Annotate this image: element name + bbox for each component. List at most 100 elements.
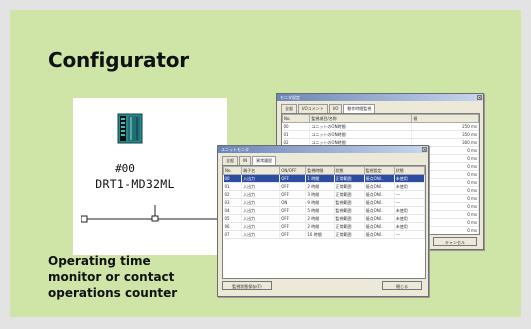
row-time: 1 時間 bbox=[305, 174, 335, 183]
device-panel: #00 DRT1-MD32ML bbox=[73, 98, 227, 255]
close-icon[interactable]: × bbox=[422, 147, 427, 152]
row-state: OFF bbox=[279, 222, 307, 231]
row-no: 00 bbox=[223, 174, 243, 183]
row-status: 監視範囲 bbox=[334, 198, 365, 207]
row-name: 入出力 bbox=[241, 206, 281, 215]
device-address: #00 bbox=[115, 162, 135, 175]
row-no: 01 bbox=[223, 182, 243, 191]
io-module-icon bbox=[117, 113, 143, 144]
window-titlebar: モニタ設定 × bbox=[277, 94, 483, 101]
tab-in[interactable]: IN bbox=[239, 156, 252, 165]
table-row[interactable]: 00 入出力 OFF 1 時間 正常範囲 接点ON/.. 未使用 bbox=[223, 174, 425, 183]
tab-bar: 全般 I/Oコメント I/O 動作時間監視 bbox=[281, 104, 376, 113]
table-row[interactable]: 02 入出力 OFF 3 時間 正常範囲 接点ON/.. --- bbox=[223, 190, 425, 199]
cancel-button[interactable]: キャンセル bbox=[433, 237, 477, 246]
row-state: OFF bbox=[279, 214, 307, 223]
col-header[interactable]: 監視時間 bbox=[305, 166, 335, 175]
row-name: ユニットのON時間 bbox=[309, 130, 413, 139]
row-extra: 未使用 bbox=[394, 182, 425, 191]
row-value: 350 ms bbox=[411, 130, 479, 139]
window-title: ユニットモニタ bbox=[221, 147, 249, 152]
close-button[interactable]: 閉じる bbox=[382, 281, 422, 290]
row-extra: 未使用 bbox=[394, 206, 425, 215]
tab-io[interactable]: I/O bbox=[328, 104, 343, 113]
col-header[interactable]: 状態 bbox=[333, 166, 365, 175]
device-model: DRT1-MD32ML bbox=[95, 177, 175, 191]
col-header[interactable]: ON/OFF bbox=[279, 166, 307, 175]
row-time: 5 時間 bbox=[305, 206, 335, 215]
close-icon[interactable]: × bbox=[477, 95, 482, 100]
row-no: 07 bbox=[223, 230, 243, 239]
table-row[interactable]: 04 入出力 OFF 5 時間 監視範囲 接点ON/.. 未使用 bbox=[223, 206, 425, 215]
table-row[interactable]: 01 ユニットのON時間 350 ms bbox=[282, 130, 479, 139]
row-set: 接点ON/.. bbox=[364, 174, 395, 183]
row-time: 2 時間 bbox=[305, 182, 335, 191]
table-row[interactable]: 05 入出力 OFF 2 時間 監視範囲 接点ON/.. 未使用 bbox=[223, 214, 425, 223]
table-row[interactable]: 07 入出力 OFF 16 時間 正常範囲 接点ON/.. --- bbox=[223, 230, 425, 239]
row-no: 02 bbox=[223, 190, 243, 199]
row-name: ユニットのON時間 bbox=[309, 122, 413, 131]
tab-io-comment[interactable]: I/Oコメント bbox=[298, 104, 328, 113]
row-status: 監視範囲 bbox=[334, 206, 365, 215]
row-set: 接点ON/.. bbox=[364, 214, 395, 223]
row-name: 入出力 bbox=[241, 230, 281, 239]
row-extra: 未使用 bbox=[394, 222, 425, 231]
row-time: 2 時間 bbox=[305, 222, 335, 231]
col-header[interactable]: 状態 bbox=[393, 166, 425, 175]
col-header[interactable]: 監視項目/名称 bbox=[309, 114, 413, 123]
row-status: 正常範囲 bbox=[334, 230, 365, 239]
row-status: 正常範囲 bbox=[334, 182, 365, 191]
table-row[interactable]: 03 入出力 ON 9 時間 監視範囲 接点ON/.. --- bbox=[223, 198, 425, 207]
row-state: ON bbox=[279, 198, 307, 207]
caption-line: operations counter bbox=[48, 286, 178, 300]
row-name: 入出力 bbox=[241, 222, 281, 231]
col-header[interactable]: 端子名 bbox=[241, 166, 281, 175]
tab-error-history[interactable]: 異常履歴 bbox=[252, 156, 277, 165]
table-row[interactable]: 01 入出力 OFF 2 時間 正常範囲 接点ON/.. 未使用 bbox=[223, 182, 425, 191]
row-name: 入出力 bbox=[241, 214, 281, 223]
row-set: 接点ON/.. bbox=[364, 198, 395, 207]
row-no: 05 bbox=[223, 214, 243, 223]
row-no: 01 bbox=[282, 130, 311, 139]
row-name: 入出力 bbox=[241, 198, 281, 207]
row-status: 監視範囲 bbox=[334, 214, 365, 223]
tab-general[interactable]: 全般 bbox=[281, 104, 297, 113]
row-value: 250 ms bbox=[411, 122, 479, 131]
row-time: 9 時間 bbox=[305, 198, 335, 207]
col-header[interactable]: No. bbox=[282, 114, 311, 123]
row-extra: 未使用 bbox=[394, 174, 425, 183]
row-state: OFF bbox=[279, 182, 307, 191]
row-state: OFF bbox=[279, 190, 307, 199]
tab-operating-time[interactable]: 動作時間監視 bbox=[343, 104, 376, 113]
row-extra: --- bbox=[394, 230, 425, 239]
row-no: 06 bbox=[223, 222, 243, 231]
table-row[interactable]: 06 入出力 OFF 2 時間 正常範囲 接点ON/.. 未使用 bbox=[223, 222, 425, 231]
unit-table: No. 端子名 ON/OFF 監視時間 状態 監視設定 状態 00 入出力 OFF 1… bbox=[222, 165, 426, 279]
row-status: 正常範囲 bbox=[334, 190, 365, 199]
caption-line: monitor or contact bbox=[48, 270, 175, 284]
row-no: 00 bbox=[282, 122, 311, 131]
tab-bar: 全般 IN 異常履歴 bbox=[222, 156, 277, 165]
col-header[interactable]: No. bbox=[223, 166, 243, 175]
row-set: 接点ON/.. bbox=[364, 222, 395, 231]
row-name: 入出力 bbox=[241, 174, 281, 183]
row-name: 入出力 bbox=[241, 190, 281, 199]
row-extra: --- bbox=[394, 198, 425, 207]
window-title: モニタ設定 bbox=[280, 95, 300, 100]
row-no: 04 bbox=[223, 206, 243, 215]
row-extra: 未使用 bbox=[394, 214, 425, 223]
tab-general[interactable]: 全般 bbox=[222, 156, 238, 165]
row-state: OFF bbox=[279, 174, 307, 183]
col-header[interactable]: 監視設定 bbox=[363, 166, 395, 175]
save-monitor-state-button[interactable]: 監視状態保存(F) bbox=[222, 281, 272, 290]
row-set: 接点ON/.. bbox=[364, 182, 395, 191]
window-titlebar: ユニットモニタ × bbox=[218, 146, 428, 153]
col-header[interactable]: 値 bbox=[411, 114, 479, 123]
row-state: OFF bbox=[279, 230, 307, 239]
table-row[interactable]: 00 ユニットのON時間 250 ms bbox=[282, 122, 479, 131]
row-status: 正常範囲 bbox=[334, 222, 365, 231]
caption-line: Operating time bbox=[48, 254, 151, 268]
row-set: 接点ON/.. bbox=[364, 190, 395, 199]
row-extra: --- bbox=[394, 190, 425, 199]
page-title: Configurator bbox=[48, 48, 189, 72]
